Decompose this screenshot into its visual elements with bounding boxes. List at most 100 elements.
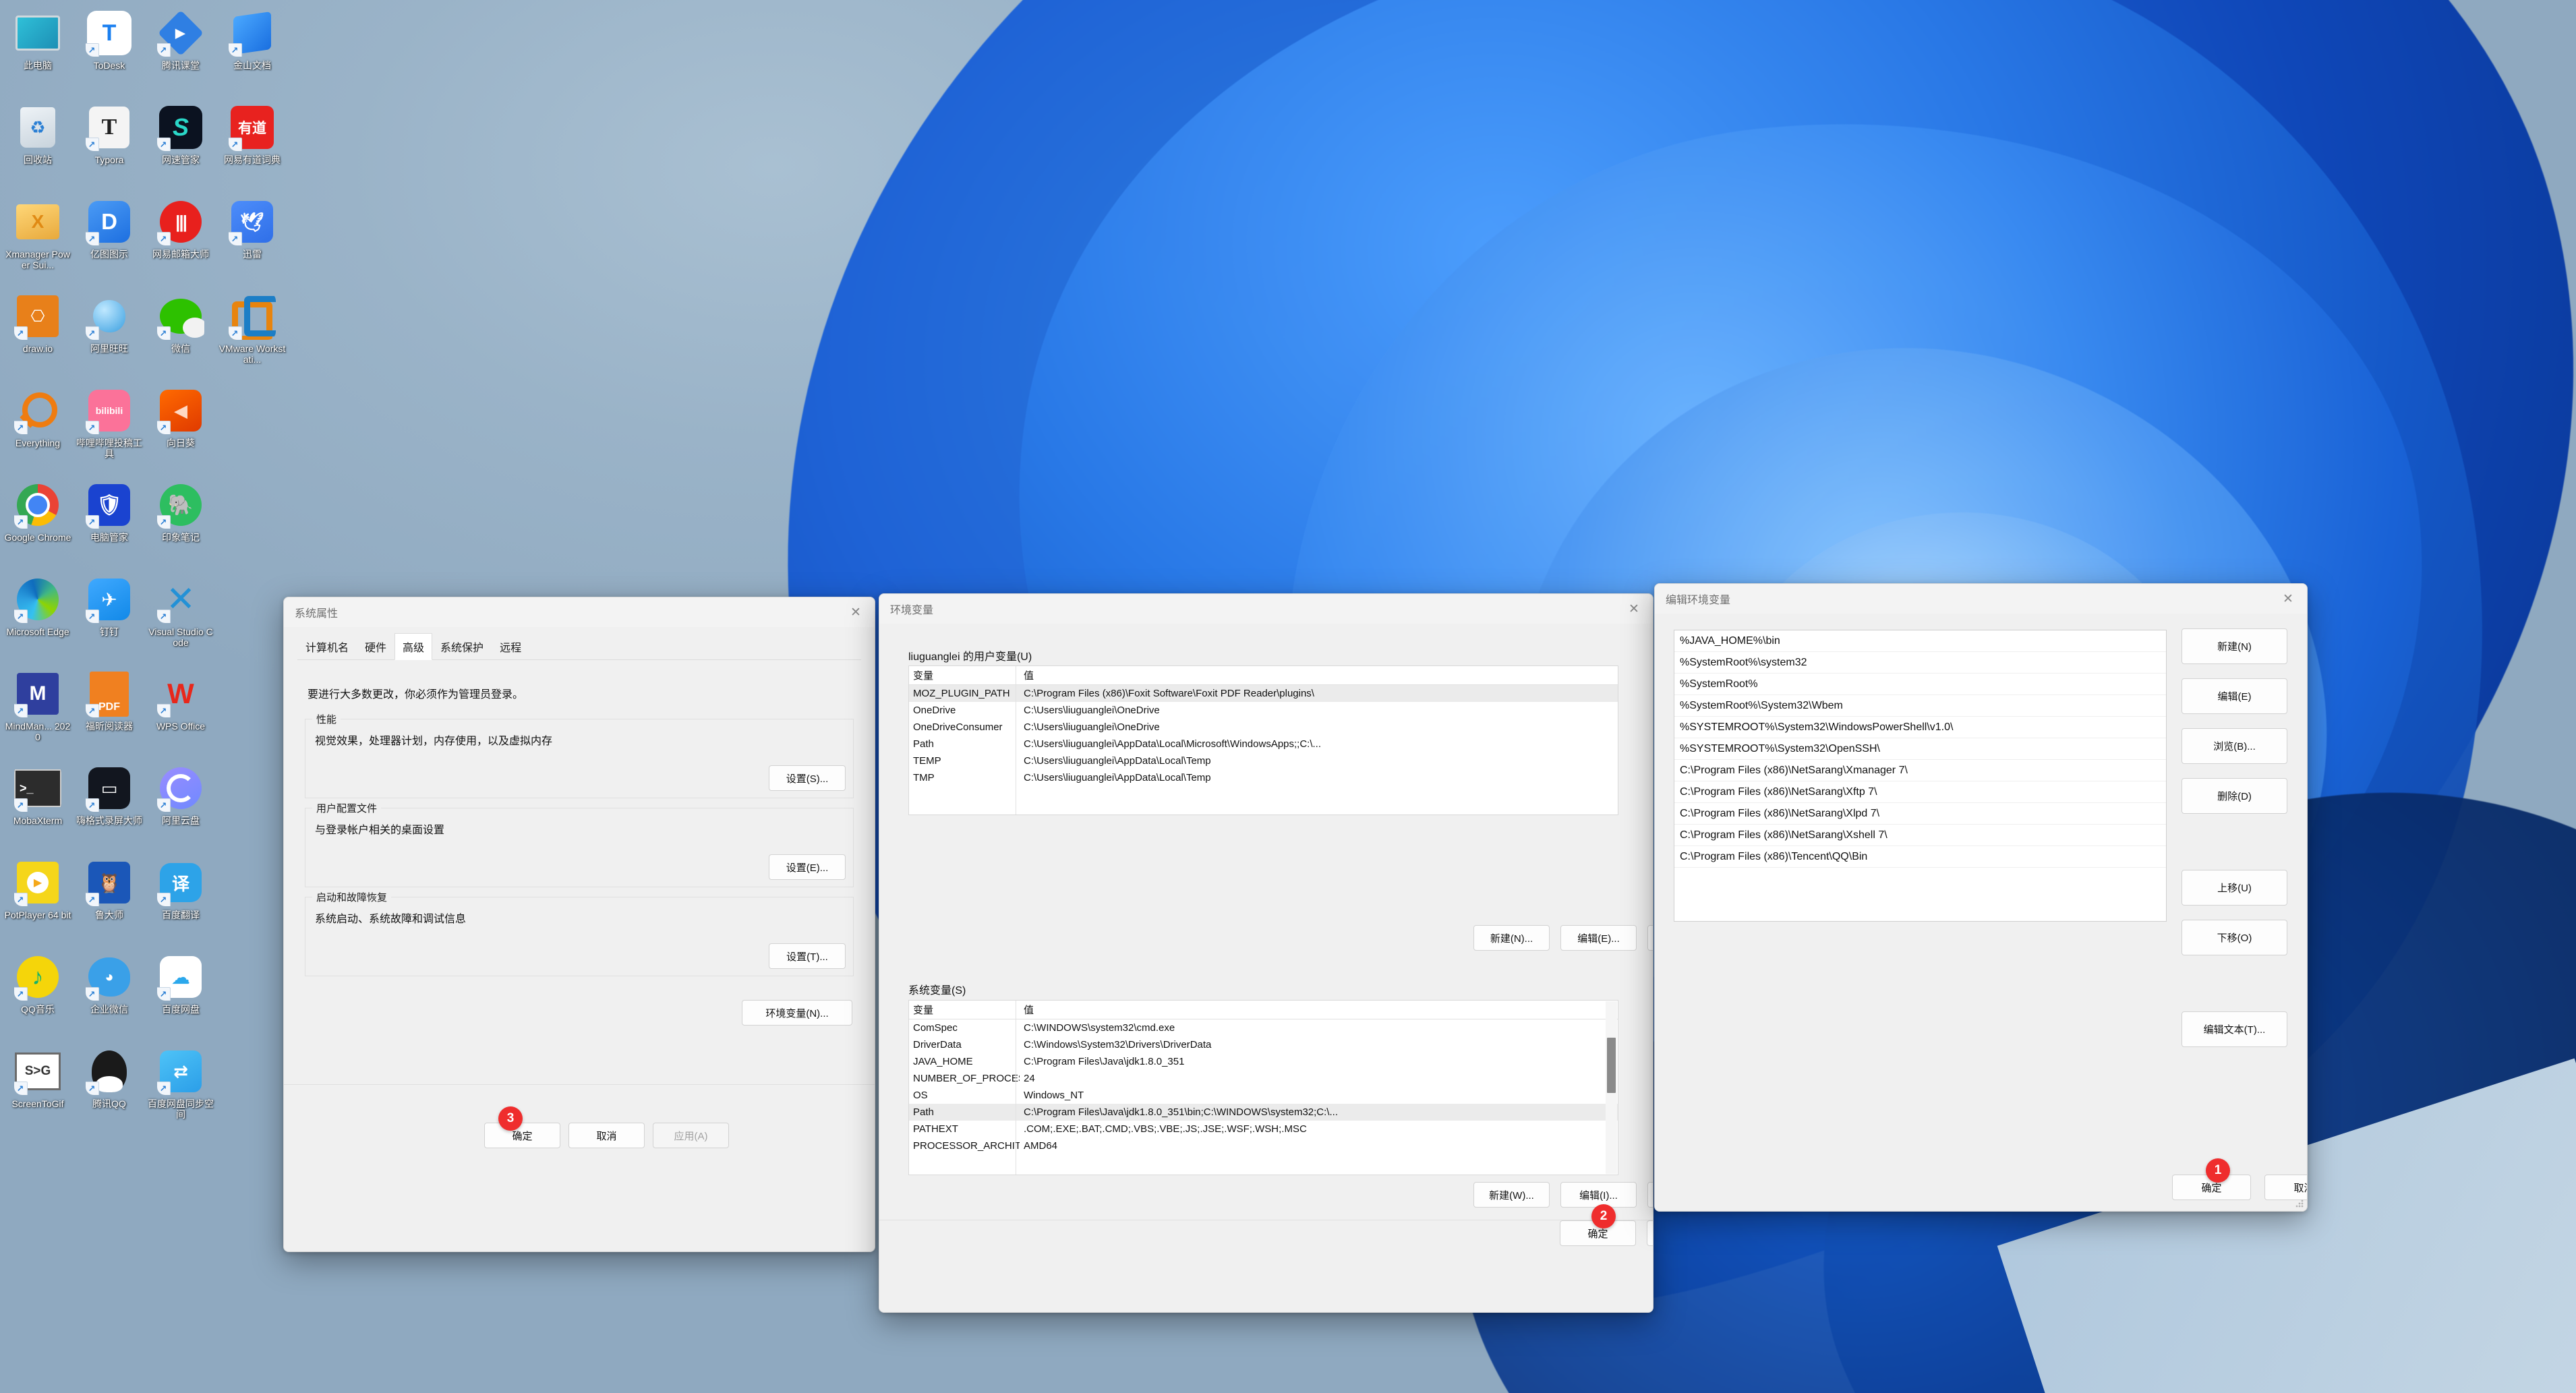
desktop-icon-qq-music[interactable]: ♪ ↗ QQ音乐 (4, 953, 71, 1015)
desktop-icon-screentogif[interactable]: S>G ↗ ScreenToGif (4, 1048, 71, 1109)
list-item[interactable]: %SYSTEMROOT%\System32\WindowsPowerShell\… (1674, 717, 2166, 738)
desktop-icon-recycle-bin[interactable]: ♻ 回收站 (4, 104, 71, 165)
system-properties-ok-button[interactable]: 确定 (484, 1123, 560, 1148)
user-edit-button[interactable]: 编辑(E)... (1560, 925, 1637, 951)
list-item[interactable]: C:\Program Files (x86)\NetSarang\Xftp 7\ (1674, 781, 2166, 803)
desktop-icon-potplayer[interactable]: ▶ ↗ PotPlayer 64 bit (4, 859, 71, 920)
system-delete-button[interactable]: 删除(L) (1647, 1182, 1653, 1208)
desktop-icon-edge[interactable]: ↗ Microsoft Edge (4, 576, 71, 637)
list-item[interactable]: %SystemRoot% (1674, 674, 2166, 695)
desktop-icon-edraw[interactable]: D ↗ 亿图图示 (76, 198, 143, 260)
desktop-icon-this-pc[interactable]: 此电脑 (4, 9, 71, 71)
tab-4[interactable]: 远程 (492, 633, 529, 660)
move-up-button[interactable]: 上移(U) (2182, 870, 2287, 906)
desktop-icon-aliyun-drive[interactable]: ↗ 阿里云盘 (147, 765, 214, 826)
tab-3[interactable]: 系统保护 (432, 633, 492, 660)
list-item[interactable]: C:\Program Files (x86)\NetSarang\Xlpd 7\ (1674, 803, 2166, 825)
close-icon[interactable]: ✕ (2269, 584, 2307, 614)
desktop-icon-xmanager-folder[interactable]: X Xmanager Power Sui... (4, 198, 71, 270)
environment-variables-titlebar[interactable]: 环境变量 ✕ (879, 594, 1653, 624)
tab-0[interactable]: 计算机名 (297, 633, 357, 660)
shortcut-arrow-icon: ↗ (229, 138, 242, 151)
desktop-icon-chrome[interactable]: ↗ Google Chrome (4, 481, 71, 543)
environment-variables-window[interactable]: 环境变量 ✕ liuguanglei 的用户变量(U) 变量 值 MOZ_PLU… (879, 593, 1653, 1313)
system-properties-tabs[interactable]: 计算机名 硬件 高级 系统保护 远程 (297, 632, 861, 660)
desktop-icon-tencent-qq[interactable]: ↗ 腾讯QQ (76, 1048, 143, 1109)
performance-settings-button[interactable]: 设置(S)... (769, 765, 846, 791)
shortcut-arrow-icon: ↗ (157, 704, 171, 717)
desktop-icon-wechat[interactable]: ↗ 微信 (147, 293, 214, 354)
user-new-button[interactable]: 新建(N)... (1473, 925, 1550, 951)
close-icon[interactable]: ✕ (837, 597, 875, 627)
desktop-icon-label: 鲁大师 (95, 910, 123, 920)
desktop-icon-thunder[interactable]: 🕊 ↗ 迅雷 (218, 198, 286, 260)
desktop-icon-everything[interactable]: ↗ Everything (4, 387, 71, 448)
desktop-icon-mindmanager[interactable]: M ↗ MindMan... 2020 (4, 670, 71, 742)
edit-text-button[interactable]: 编辑文本(T)... (2182, 1011, 2287, 1047)
list-item[interactable]: C:\Program Files (x86)\NetSarang\Xmanage… (1674, 760, 2166, 781)
xmanager-folder-icon: X (14, 198, 61, 245)
desktop-icon-vscode[interactable]: ✕ ↗ Visual Studio Code (147, 576, 214, 648)
scrollbar-thumb[interactable] (1607, 1038, 1616, 1093)
list-item[interactable]: C:\Program Files (x86)\Tencent\QQ\Bin (1674, 846, 2166, 868)
desktop-icon-tencent-ketang[interactable]: ▶ ↗ 腾讯课堂 (147, 9, 214, 71)
system-properties-titlebar[interactable]: 系统属性 ✕ (284, 597, 875, 627)
desktop-icon-drawio[interactable]: ⎔ ↗ draw.io (4, 293, 71, 354)
desktop-icon-dingtalk[interactable]: ✈ ↗ 钉钉 (76, 576, 143, 637)
desktop-icon-evernote[interactable]: 🐘 ↗ 印象笔记 (147, 481, 214, 543)
desktop-icon-wecom[interactable]: ◕ ↗ 企业微信 (76, 953, 143, 1015)
user-delete-button[interactable]: 删除(D) (1647, 925, 1653, 951)
desktop-icon-mobaxterm[interactable]: >_ ↗ MobaXterm (4, 765, 71, 826)
desktop-icon-kingsoft-docs[interactable]: ↗ 金山文档 (218, 9, 286, 71)
resize-grip-icon[interactable] (2295, 1199, 2304, 1208)
system-properties-cancel-button[interactable]: 取消 (568, 1123, 645, 1148)
user-variables-table[interactable]: 变量 值 MOZ_PLUGIN_PATH C:\Program Files (x8… (908, 665, 1618, 815)
desktop-icon-baidu-netdisk[interactable]: ☁ ↗ 百度网盘 (147, 953, 214, 1015)
system-edit-button[interactable]: 编辑(I)... (1560, 1182, 1637, 1208)
list-item[interactable]: %SystemRoot%\system32 (1674, 652, 2166, 674)
system-variables-table[interactable]: 变量 值 ComSpec C:\WINDOWS\system32\cmd.exe D… (908, 1000, 1618, 1175)
tab-1[interactable]: 硬件 (357, 633, 394, 660)
desktop-icon-aliwangwang[interactable]: ↗ 阿里旺旺 (76, 293, 143, 354)
desktop-icon-wps-office[interactable]: W ↗ WPS Office (147, 670, 214, 732)
edit-environment-variable-titlebar[interactable]: 编辑环境变量 ✕ (1655, 584, 2307, 614)
tab-2[interactable]: 高级 (394, 633, 433, 660)
desktop-icon-pc-manager[interactable]: 🛡 ↗ 电脑管家 (76, 481, 143, 543)
browse-button[interactable]: 浏览(B)... (2182, 728, 2287, 764)
desktop-icon-label: 微信 (171, 343, 190, 354)
edit-button[interactable]: 编辑(E) (2182, 678, 2287, 714)
path-entries-list[interactable]: %JAVA_HOME%\bin %SystemRoot%\system32 %Sys… (1674, 630, 2167, 922)
desktop-icon-netease-mail[interactable]: ||| ↗ 网易邮箱大师 (147, 198, 214, 260)
desktop-icon-netspeed-manager[interactable]: S ↗ 网速管家 (147, 104, 214, 165)
desktop-icon-sunflower[interactable]: ◀ ↗ 向日葵 (147, 387, 214, 448)
desktop-icon-vmware[interactable]: ↗ VMware Workstati... (218, 293, 286, 365)
desktop-icon-todesk[interactable]: T ↗ ToDesk (76, 9, 143, 71)
new-button[interactable]: 新建(N) (2182, 628, 2287, 664)
desktop-icon-label: Microsoft Edge (6, 626, 69, 637)
desktop-icon-higeshi-recorder[interactable]: ▭ ↗ 嗨格式录屏大师 (76, 765, 143, 826)
list-item[interactable]: %SystemRoot%\System32\Wbem (1674, 695, 2166, 717)
desktop-icon-youdao-dict[interactable]: 有道 ↗ 网易有道词典 (218, 104, 286, 165)
environment-variables-cancel-button[interactable]: 取消 (1647, 1220, 1653, 1246)
environment-variables-button[interactable]: 环境变量(N)... (742, 1000, 852, 1026)
system-new-button[interactable]: 新建(W)... (1473, 1182, 1550, 1208)
move-down-button[interactable]: 下移(O) (2182, 920, 2287, 955)
desktop-icon-foxit-pdf[interactable]: PDF ↗ 福昕阅读器 (76, 670, 143, 732)
desktop-icon-ludashi[interactable]: 🦉 ↗ 鲁大师 (76, 859, 143, 920)
list-item[interactable]: %JAVA_HOME%\bin (1674, 630, 2166, 652)
list-item[interactable]: %SYSTEMROOT%\System32\OpenSSH\ (1674, 738, 2166, 760)
list-item[interactable]: C:\Program Files (x86)\NetSarang\Xshell … (1674, 825, 2166, 846)
desktop-icon-baidu-translate[interactable]: 译 ↗ 百度翻译 (147, 859, 214, 920)
edit-environment-variable-window[interactable]: 编辑环境变量 ✕ %JAVA_HOME%\bin %SystemRoot%\sys… (1654, 583, 2308, 1212)
close-icon[interactable]: ✕ (1615, 594, 1653, 624)
delete-button[interactable]: 删除(D) (2182, 778, 2287, 814)
system-properties-apply-button: 应用(A) (653, 1123, 729, 1148)
desktop-icon-baidu-netdisk-sync[interactable]: ⇄ ↗ 百度网盘同步空间 (147, 1048, 214, 1120)
system-variables-scrollbar[interactable] (1606, 1001, 1617, 1174)
edit-environment-variable-cancel-button[interactable]: 取消 (2264, 1175, 2307, 1200)
desktop-icon-typora[interactable]: T ↗ Typora (76, 104, 143, 165)
desktop-icon-bilibili-upload[interactable]: bilibili ↗ 哔哩哔哩投稿工具 (76, 387, 143, 459)
system-properties-window[interactable]: 系统属性 ✕ 计算机名 硬件 高级 系统保护 远程 要进行大多数更改，你必须作为管理员登… (283, 597, 875, 1252)
user-profiles-settings-button[interactable]: 设置(E)... (769, 854, 846, 880)
startup-recovery-settings-button[interactable]: 设置(T)... (769, 943, 846, 969)
